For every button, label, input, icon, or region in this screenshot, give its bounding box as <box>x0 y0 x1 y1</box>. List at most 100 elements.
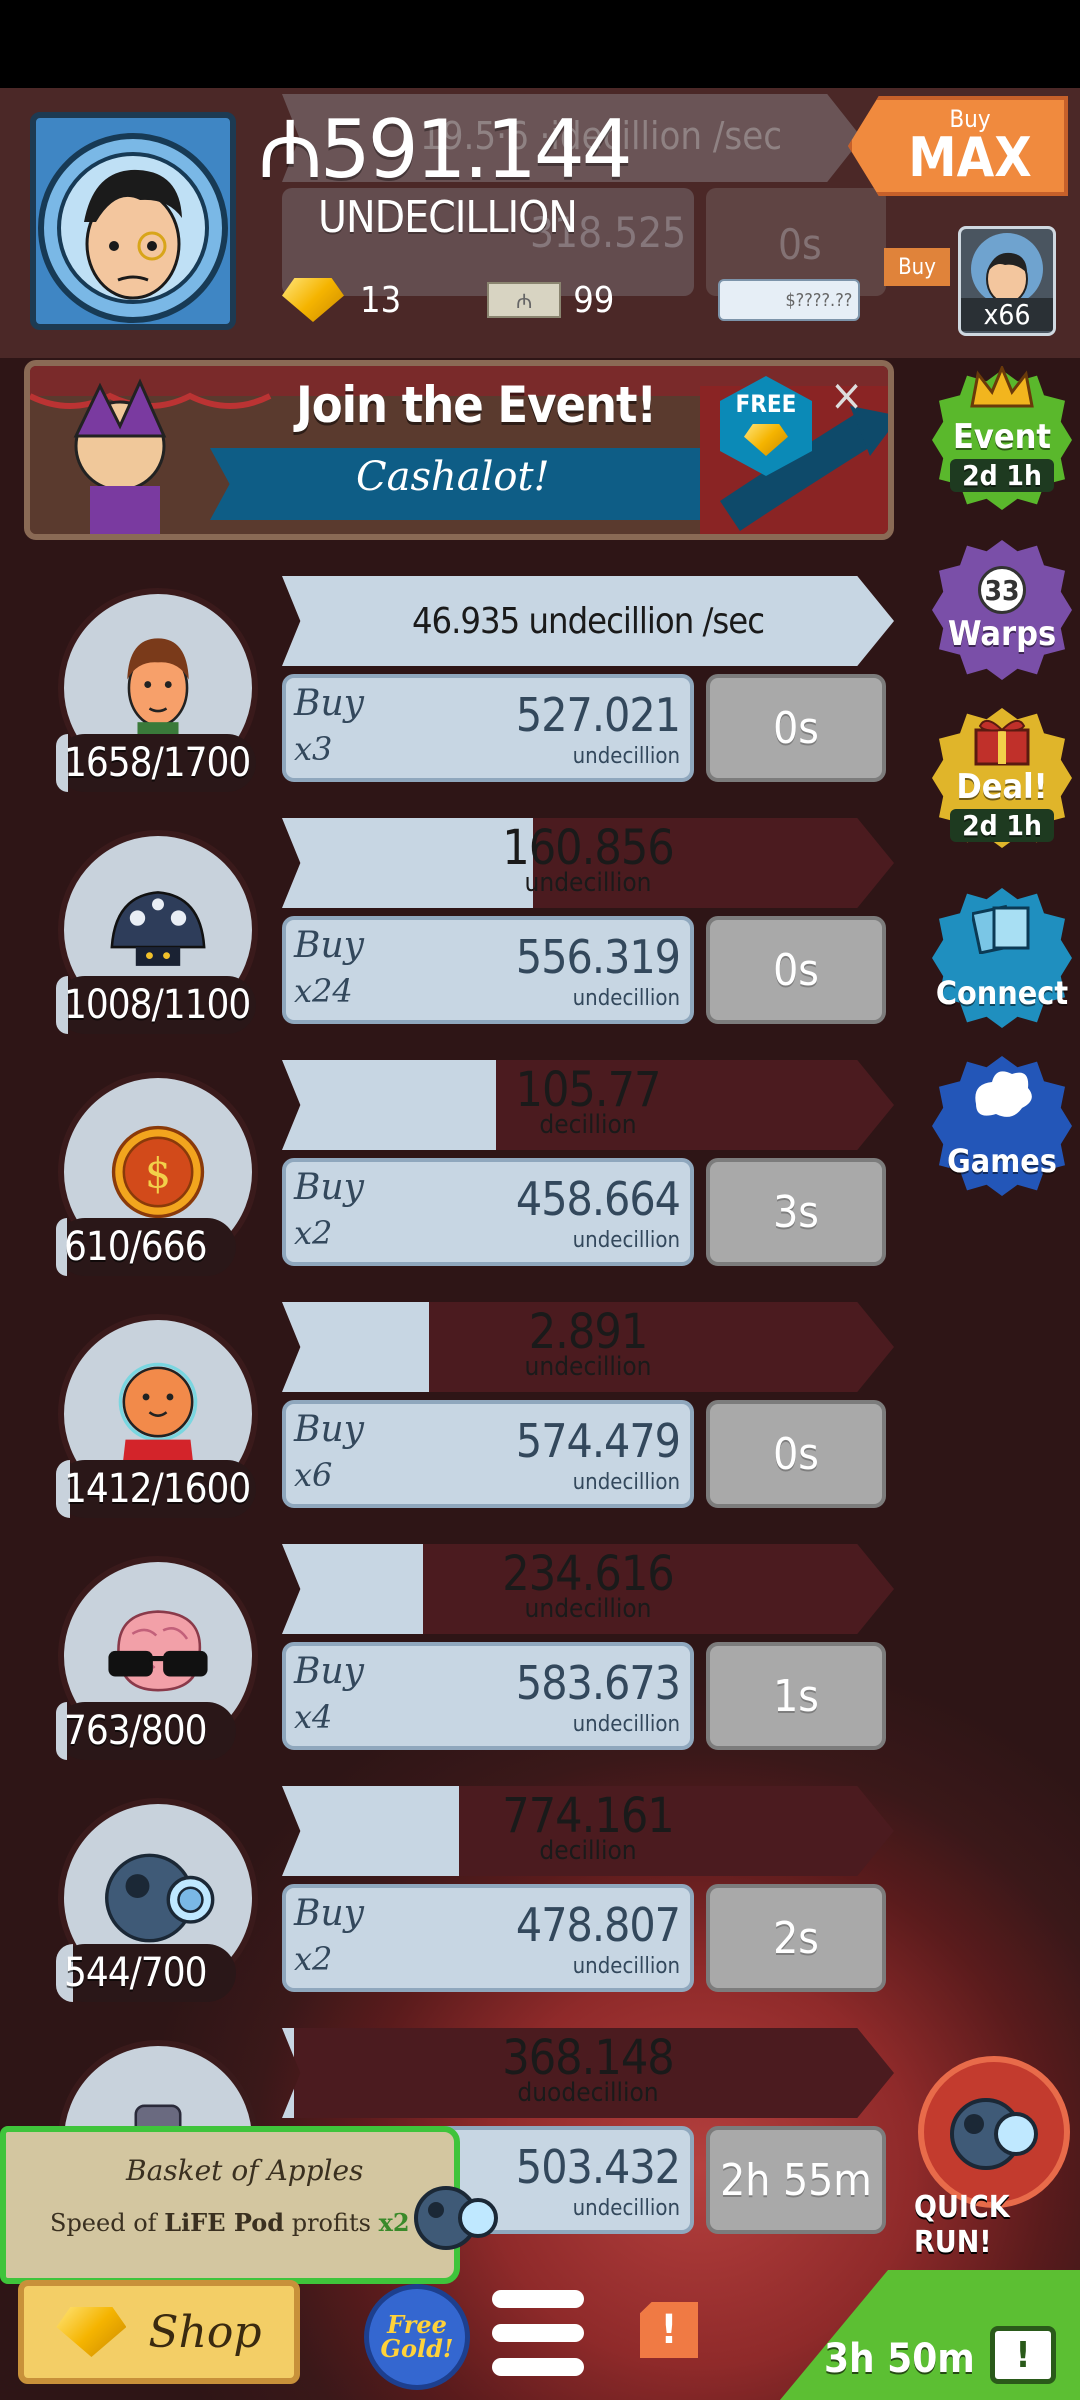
buy-label: Buy <box>294 1167 364 1208</box>
unit-count: 544/700 <box>56 1944 236 2002</box>
shop-button[interactable]: Shop <box>18 2280 300 2384</box>
sidebar-deal-label: Deal! <box>956 766 1048 807</box>
sidebar-warps-label: Warps <box>947 614 1057 654</box>
unit-timer: 3s <box>706 1158 886 1266</box>
buy-unit-button[interactable]: x66 <box>958 226 1056 336</box>
buy-tag: Buy <box>884 248 950 286</box>
boost-notification[interactable]: Basket of Apples Speed of LiFE Pod profi… <box>0 2126 460 2284</box>
unit-value-unit: decillion <box>539 1110 637 1140</box>
unit-buy-button[interactable]: Buy x24 556.319 undecillion <box>282 916 694 1024</box>
unit-progress-text: 368.148 duodecillion <box>282 2034 894 2106</box>
cards-icon <box>972 904 1030 954</box>
buy-multiplier: x3 <box>294 730 333 768</box>
unit-value-unit: duodecillion <box>517 2078 659 2108</box>
sidebar-games-button[interactable]: Games <box>932 1056 1072 1196</box>
buy-price-unit: undecillion <box>572 744 680 769</box>
unit-progress-text: 234.616 undecillion <box>282 1550 894 1622</box>
unit-timer: 0s <box>706 916 886 1024</box>
buy-multiplier: x24 <box>294 972 353 1010</box>
sidebar-deal-timer: 2d 1h <box>950 808 1054 842</box>
status-bar <box>0 0 1080 88</box>
buy-price: 527.021 <box>515 688 681 742</box>
unit-progress-text: 160.856 undecillion <box>282 824 894 896</box>
unit-count-text: 1658/1700 <box>64 740 251 786</box>
close-event-button[interactable]: × <box>830 370 863 421</box>
unit-timer: 0s <box>706 1400 886 1508</box>
buy-price: 458.664 <box>515 1172 681 1226</box>
unit-count-text: 1412/1600 <box>64 1466 251 1512</box>
shop-gold-icon <box>56 2307 127 2357</box>
unit-value-unit: decillion <box>539 1836 637 1866</box>
free-gold-button[interactable]: Free Gold! <box>364 2284 470 2390</box>
bills-icon: ₼ <box>487 282 562 318</box>
buy-price-unit: undecillion <box>572 2196 680 2221</box>
unit-value: 105.77 <box>515 1062 661 1118</box>
unit-buy-button[interactable]: Buy x6 574.479 undecillion <box>282 1400 694 1508</box>
bills-count: 99 <box>573 279 615 321</box>
currency-row: 13 ₼ 99 $????.?? <box>282 276 861 324</box>
unit-count: 1008/1100 <box>56 976 256 1034</box>
unit-timer: 2s <box>706 1884 886 1992</box>
unit-value-unit: undecillion <box>524 1352 652 1382</box>
player-avatar[interactable] <box>30 112 236 330</box>
buy-price-unit: undecillion <box>572 1470 680 1495</box>
notification-pod-icon <box>414 2186 498 2250</box>
unit-count: 763/800 <box>56 1702 236 1760</box>
sidebar-event-label: Event <box>953 416 1051 457</box>
unit-count: 1658/1700 <box>56 734 256 792</box>
unit-buy-button[interactable]: Buy x2 458.664 undecillion <box>282 1158 694 1266</box>
sidebar-event-timer: 2d 1h <box>950 458 1054 492</box>
unit-value-unit: undecillion <box>524 1594 652 1624</box>
unit-rate: 46.935 undecillion /sec <box>411 601 765 642</box>
unit-value: 774.161 <box>502 1788 675 1844</box>
sidebar-connect-button[interactable]: Connect <box>932 888 1072 1028</box>
unit-timer: 1s <box>706 1642 886 1750</box>
buy-price-unit: undecillion <box>572 1712 680 1737</box>
quick-run-button[interactable] <box>918 2056 1070 2208</box>
crown-icon <box>970 366 1034 408</box>
unit-value: 234.616 <box>502 1546 675 1602</box>
unit-buy-button[interactable]: Buy x2 478.807 undecillion <box>282 1884 694 1992</box>
buy-price-unit: undecillion <box>572 986 680 1011</box>
unit-count: 1412/1600 <box>56 1460 256 1518</box>
buy-price-unit: undecillion <box>572 1228 680 1253</box>
cheque-icon[interactable]: $????.?? <box>718 279 861 321</box>
notification-suffix: profits <box>291 2209 371 2237</box>
sidebar-connect-label: Connect <box>935 974 1069 1012</box>
money-amount: 591.144 <box>319 103 633 196</box>
free-gold-icon <box>744 424 788 456</box>
unit-progress-text: 2.891 undecillion <box>282 1308 894 1380</box>
event-subtitle: Cashalot! <box>356 454 550 500</box>
buy-label: Buy <box>294 1893 364 1934</box>
money-value: ₼591.144 <box>258 110 633 190</box>
sidebar-games-label: Games <box>947 1142 1057 1180</box>
svg-text:$: $ <box>145 1149 171 1197</box>
unit-value: 160.856 <box>502 820 675 876</box>
buy-label: Buy <box>294 925 364 966</box>
sidebar-event-button[interactable]: Event 2d 1h <box>932 366 1072 510</box>
buy-label: Buy <box>294 1409 364 1450</box>
unit-count-text: 610/666 <box>64 1224 207 1270</box>
sidebar-deal-button[interactable]: Deal! 2d 1h <box>932 708 1072 848</box>
money-unit: UNDECILLION <box>318 192 578 243</box>
alert-button[interactable]: ! <box>640 2302 698 2358</box>
unit-count-text: 544/700 <box>64 1950 207 1996</box>
unit-buy-button[interactable]: Buy x3 527.021 undecillion <box>282 674 694 782</box>
tv-icon[interactable]: ! <box>990 2326 1056 2384</box>
warps-count: 33 <box>978 566 1026 614</box>
buy-max-button[interactable]: Buy MAX <box>848 96 1068 196</box>
buy-label: Buy <box>294 1651 364 1692</box>
buy-multiplier: x2 <box>294 1940 333 1978</box>
unit-timer: 2h 55m <box>706 2126 886 2234</box>
gold-icon <box>282 278 344 322</box>
event-title: Join the Event! <box>296 376 657 434</box>
unit-buy-button[interactable]: Buy x4 583.673 undecillion <box>282 1642 694 1750</box>
buy-price: 478.807 <box>515 1898 681 1952</box>
sidebar-warps-button[interactable]: 33 Warps <box>932 540 1072 680</box>
ghost-timer-text: 0s <box>778 220 822 269</box>
gold-count: 13 <box>360 279 402 321</box>
notification-text: Speed of LiFE Pod profits x2 <box>50 2208 410 2237</box>
buy-price-unit: undecillion <box>572 1954 680 1979</box>
menu-icon[interactable] <box>492 2290 584 2376</box>
unit-count-text: 1008/1100 <box>64 982 251 1028</box>
